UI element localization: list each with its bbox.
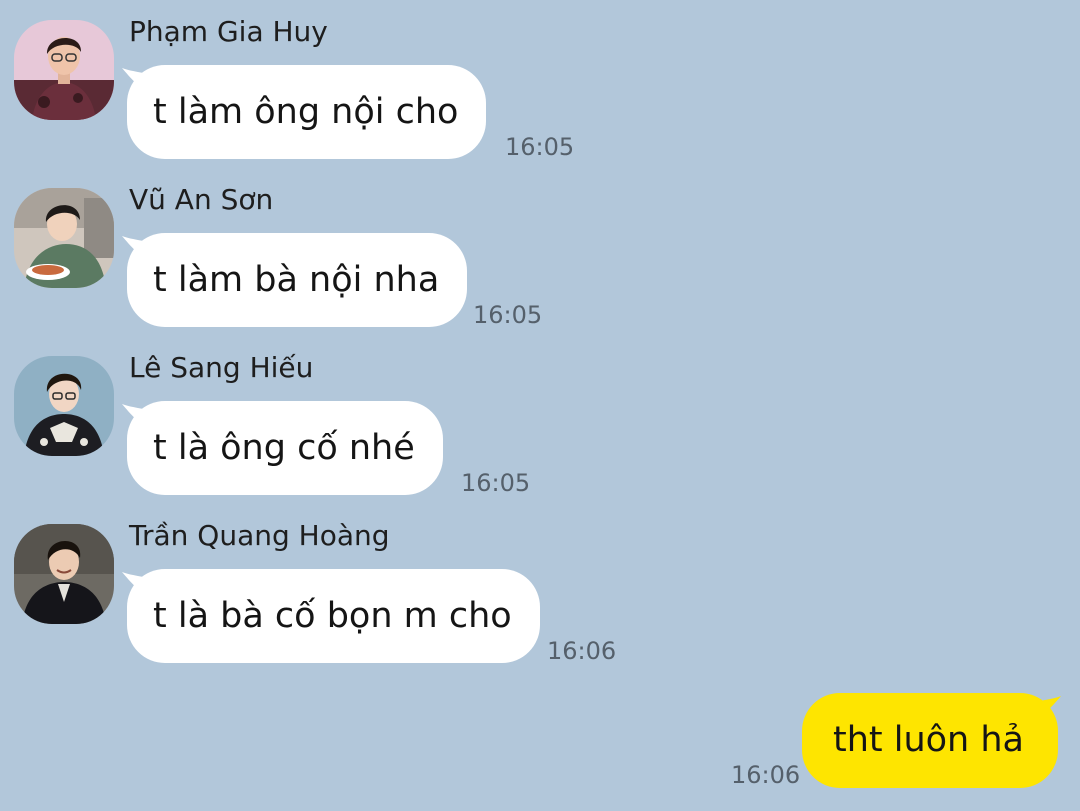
sender-name: Phạm Gia Huy [129, 15, 328, 48]
avatar-photo [14, 356, 114, 456]
avatar[interactable] [14, 20, 114, 120]
avatar-photo [14, 188, 114, 288]
message-bubble[interactable]: t là bà cố bọn m cho [127, 569, 540, 663]
sender-name: Trần Quang Hoàng [129, 519, 390, 552]
avatar[interactable] [14, 524, 114, 624]
message-time: 16:05 [461, 469, 531, 497]
message-bubble[interactable]: t làm ông nội cho [127, 65, 487, 159]
message-bubble[interactable]: t là ông cố nhé [127, 401, 443, 495]
sender-name: Lê Sang Hiếu [129, 351, 314, 384]
own-message-bubble[interactable]: tht luôn hả [801, 693, 1058, 788]
message-bubble[interactable]: t làm bà nội nha [127, 233, 468, 327]
avatar[interactable] [14, 356, 114, 456]
message-time: 16:06 [731, 761, 801, 789]
avatar[interactable] [14, 188, 114, 288]
avatar-photo [14, 524, 114, 624]
avatar-photo [14, 20, 114, 120]
message-time: 16:05 [473, 301, 543, 329]
message-time: 16:06 [547, 637, 617, 665]
sender-name: Vũ An Sơn [129, 183, 274, 216]
own-message-item: tht luôn hả 16:06 [0, 693, 1080, 793]
message-time: 16:05 [505, 133, 575, 161]
